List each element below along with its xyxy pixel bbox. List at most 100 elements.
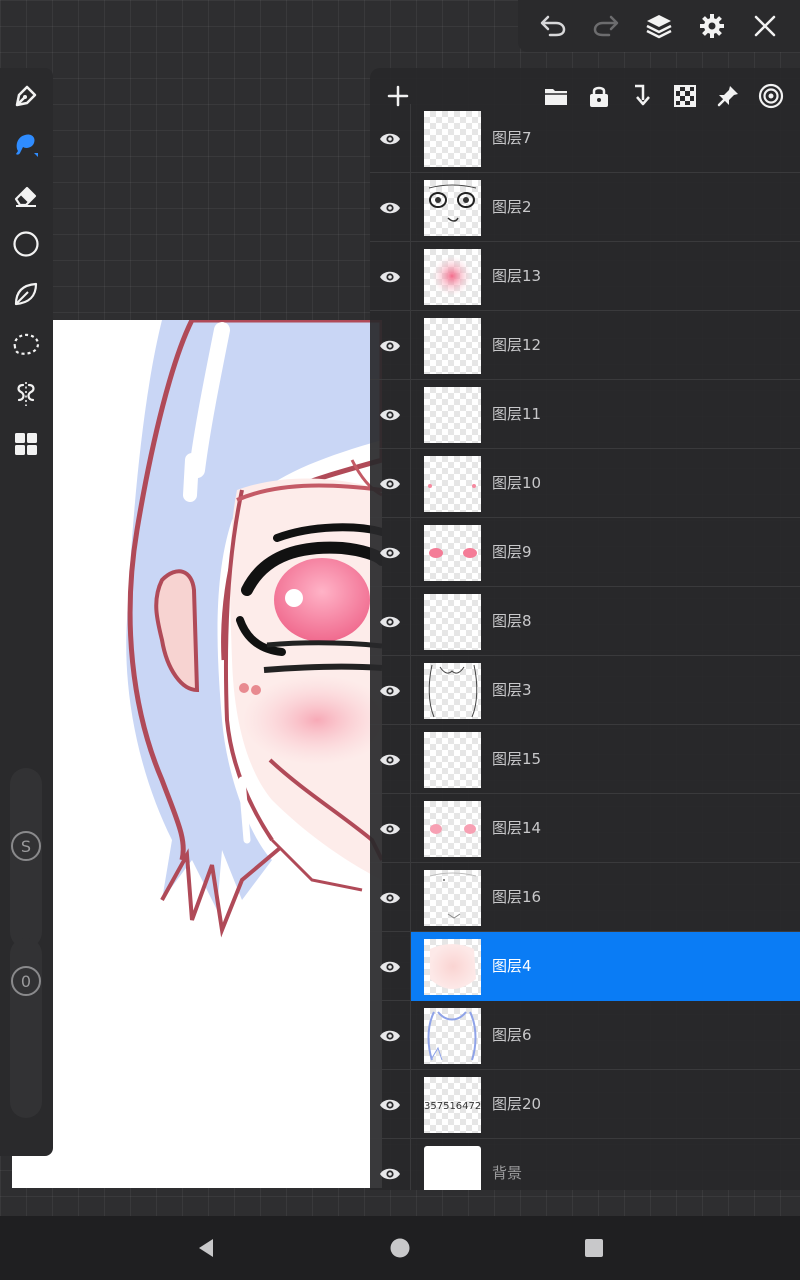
visibility-eye-icon[interactable]	[370, 449, 410, 518]
opacity-knob[interactable]: 0	[11, 966, 41, 996]
visibility-eye-icon[interactable]	[370, 242, 410, 311]
layer-thumbnail	[424, 525, 481, 581]
layer-name: 图层3	[492, 681, 532, 699]
shape-icon[interactable]	[6, 224, 46, 264]
opacity-slider[interactable]	[10, 938, 42, 1118]
visibility-eye-icon[interactable]	[370, 1139, 410, 1190]
layer-body[interactable]: 图层6	[410, 1001, 800, 1070]
layers-panel: 图层7 图层2 图层13 图层12 图层11 图层10 图层9 图层8 图层3 图层15 图层14 图…	[370, 68, 800, 1190]
visibility-eye-icon[interactable]	[370, 1070, 410, 1139]
smudge-icon[interactable]	[6, 125, 46, 165]
eraser-icon[interactable]	[6, 175, 46, 215]
lasso-icon[interactable]	[6, 324, 46, 364]
layer-thumbnail	[424, 870, 481, 926]
layer-body[interactable]: 背景	[410, 1139, 800, 1190]
layer-thumbnail	[424, 318, 481, 374]
layer-thumbnail	[424, 456, 481, 512]
layer-body[interactable]: 图层15	[410, 725, 800, 794]
layer-thumbnail	[424, 663, 481, 719]
drawing-canvas[interactable]	[12, 320, 382, 1188]
layer-row[interactable]: 图层2	[370, 173, 800, 242]
layer-row[interactable]: 图层12	[370, 311, 800, 380]
layer-row[interactable]: 图层16	[370, 863, 800, 932]
layer-name: 图层13	[492, 267, 542, 285]
layer-name: 背景	[492, 1164, 523, 1182]
artwork	[126, 320, 382, 938]
layer-row[interactable]: 图层15	[370, 725, 800, 794]
layer-name: 图层10	[492, 474, 542, 492]
layer-row[interactable]: 图层11	[370, 380, 800, 449]
layer-row[interactable]: 图层6	[370, 1001, 800, 1070]
visibility-eye-icon[interactable]	[370, 380, 410, 449]
layer-thumbnail	[424, 180, 481, 236]
layer-row[interactable]: 图层10	[370, 449, 800, 518]
layer-name: 图层20	[492, 1095, 542, 1113]
layer-body[interactable]: 图层13	[410, 242, 800, 311]
layer-body[interactable]: 图层10	[410, 449, 800, 518]
grid-icon[interactable]	[6, 424, 46, 464]
home-icon[interactable]	[385, 1233, 415, 1263]
layer-row[interactable]: 背景	[370, 1139, 800, 1190]
layer-name: 图层15	[492, 750, 542, 768]
visibility-eye-icon[interactable]	[370, 518, 410, 587]
system-navigation-bar	[0, 1216, 800, 1280]
layer-row[interactable]: 图层4	[370, 932, 800, 1001]
layer-row[interactable]: 图层13	[370, 242, 800, 311]
layer-name: 图层4	[492, 957, 532, 975]
back-icon[interactable]	[191, 1233, 221, 1263]
layer-thumbnail	[424, 249, 481, 305]
visibility-eye-icon[interactable]	[370, 656, 410, 725]
layer-name: 图层11	[492, 405, 542, 423]
layer-body[interactable]: 图层11	[410, 380, 800, 449]
undo-icon[interactable]	[533, 6, 573, 46]
layer-thumbnail	[424, 1008, 481, 1064]
pen-icon[interactable]	[6, 76, 46, 116]
layer-body[interactable]: 图层12	[410, 311, 800, 380]
layer-name: 图层9	[492, 543, 532, 561]
brush-size-knob[interactable]: S	[11, 831, 41, 861]
layer-body[interactable]: 图层14	[410, 794, 800, 863]
visibility-eye-icon[interactable]	[370, 794, 410, 863]
leaf-brush-icon[interactable]	[6, 274, 46, 314]
layer-row[interactable]: 图层14	[370, 794, 800, 863]
visibility-eye-icon[interactable]	[370, 725, 410, 794]
settings-icon[interactable]	[692, 6, 732, 46]
layer-row[interactable]: 357516472 · 图层20	[370, 1070, 800, 1139]
layer-thumbnail	[424, 939, 481, 995]
left-toolbar: S 0	[0, 68, 53, 1156]
layer-body[interactable]: 图层3	[410, 656, 800, 725]
visibility-eye-icon[interactable]	[370, 104, 410, 173]
symmetry-icon[interactable]	[6, 374, 46, 414]
layer-body[interactable]: 图层7	[410, 104, 800, 173]
layer-name: 图层6	[492, 1026, 532, 1044]
layer-row[interactable]: 图层7	[370, 104, 800, 173]
layer-name: 图层7	[492, 129, 532, 147]
layer-thumbnail	[424, 387, 481, 443]
layer-body[interactable]: 图层16	[410, 863, 800, 932]
layer-body[interactable]: 图层8	[410, 587, 800, 656]
recents-icon[interactable]	[579, 1233, 609, 1263]
svg-text:357516472 ·: 357516472 ·	[424, 1101, 481, 1112]
layer-body[interactable]: 图层9	[410, 518, 800, 587]
layer-thumbnail: 357516472 ·	[424, 1077, 481, 1133]
redo-icon[interactable]	[586, 6, 626, 46]
layer-row[interactable]: 图层9	[370, 518, 800, 587]
drawing-app: S 0 图层7 图层2 图层13 图层12 图层11 图层10 图层9 图层8 …	[0, 0, 800, 1280]
visibility-eye-icon[interactable]	[370, 587, 410, 656]
visibility-eye-icon[interactable]	[370, 1001, 410, 1070]
layer-name: 图层16	[492, 888, 542, 906]
layer-row[interactable]: 图层3	[370, 656, 800, 725]
layers-icon[interactable]	[639, 6, 679, 46]
visibility-eye-icon[interactable]	[370, 173, 410, 242]
close-icon[interactable]	[745, 6, 785, 46]
layer-name: 图层14	[492, 819, 542, 837]
layer-body[interactable]: 357516472 · 图层20	[410, 1070, 800, 1139]
visibility-eye-icon[interactable]	[370, 311, 410, 380]
visibility-eye-icon[interactable]	[370, 863, 410, 932]
visibility-eye-icon[interactable]	[370, 932, 410, 1001]
layer-thumbnail	[424, 732, 481, 788]
layer-row[interactable]: 图层8	[370, 587, 800, 656]
layer-name: 图层8	[492, 612, 532, 630]
layer-body[interactable]: 图层2	[410, 173, 800, 242]
layer-body[interactable]: 图层4	[410, 932, 800, 1001]
